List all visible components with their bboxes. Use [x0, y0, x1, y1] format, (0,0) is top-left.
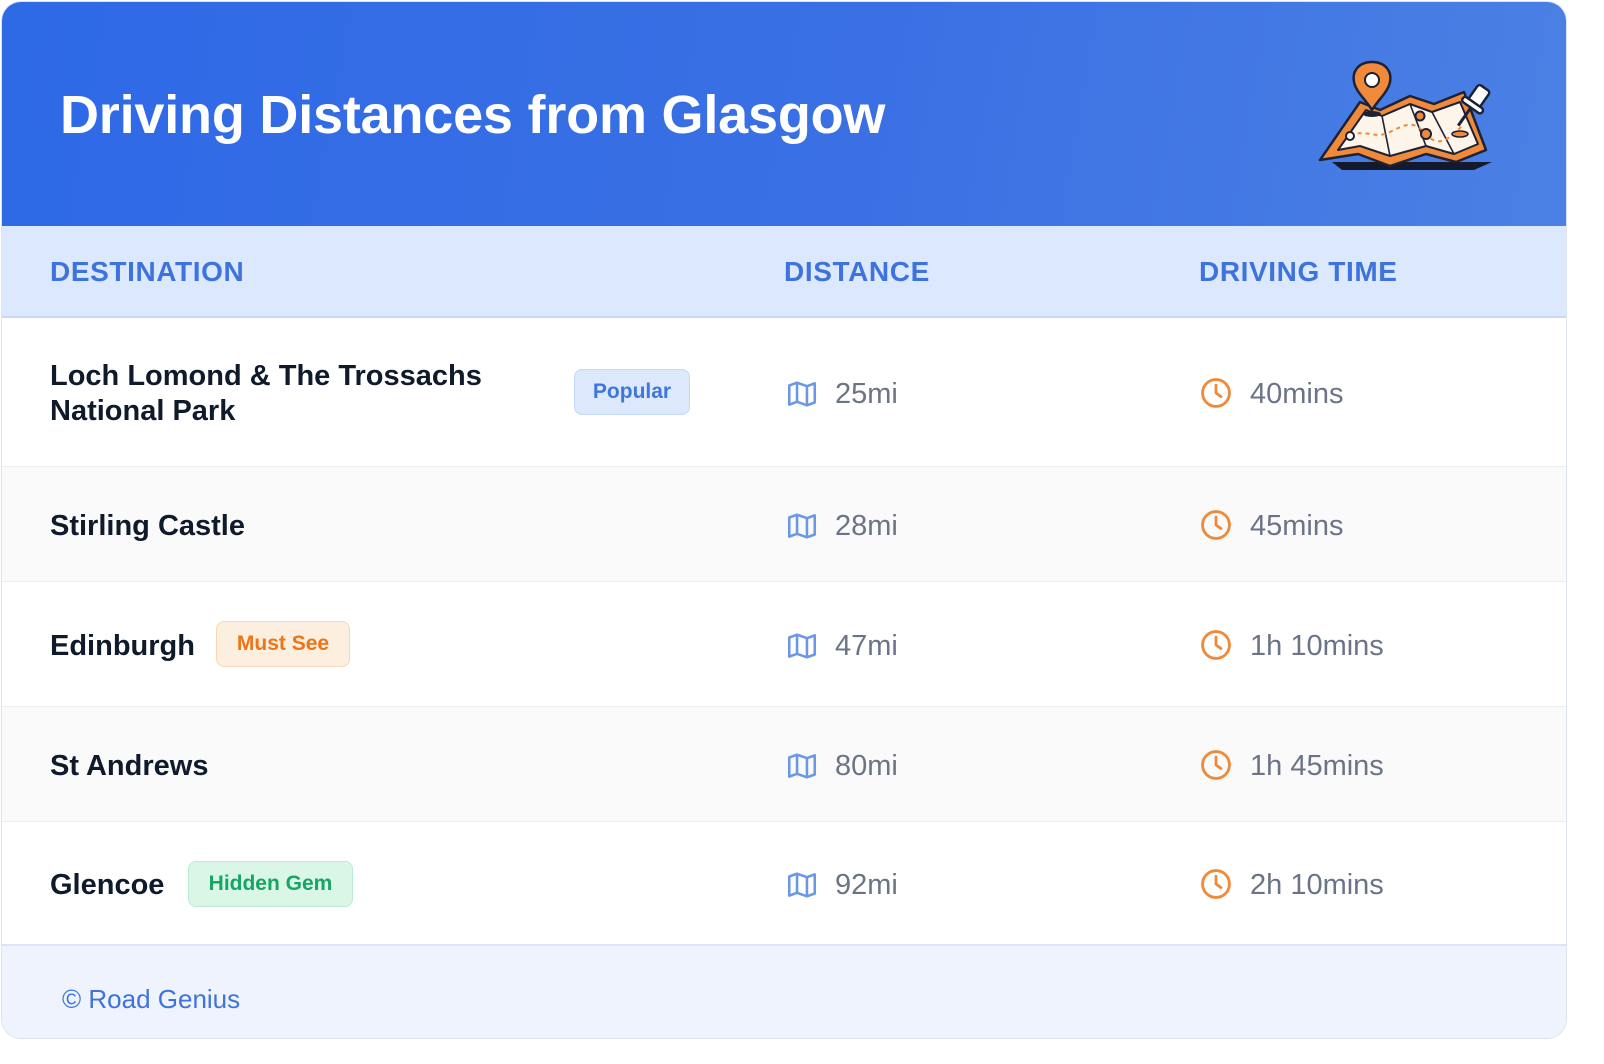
- map-icon: [787, 513, 817, 539]
- column-header-destination[interactable]: DESTINATION: [50, 256, 244, 288]
- distance-value: 25mi: [835, 378, 898, 410]
- clock-icon: [1201, 869, 1231, 899]
- destination-name: Edinburgh: [50, 630, 195, 662]
- map-icon: [787, 753, 817, 779]
- clock-icon: [1201, 378, 1231, 408]
- footer: © Road Genius: [2, 944, 1566, 1038]
- distance-value: 80mi: [835, 750, 898, 782]
- table-row: Edinburgh Must See 47mi 1h 10mins: [2, 582, 1566, 707]
- driving-time-value: 1h 45mins: [1250, 750, 1384, 782]
- destination-name: Glencoe: [50, 869, 165, 901]
- table-header: DESTINATION DISTANCE DRIVING TIME: [2, 226, 1566, 318]
- must-see-badge: Must See: [216, 621, 350, 667]
- clock-icon: [1201, 750, 1231, 780]
- map-icon: [787, 633, 817, 659]
- column-header-driving-time[interactable]: DRIVING TIME: [1199, 256, 1398, 288]
- destination-name: National Park: [50, 395, 236, 427]
- table-row: Stirling Castle 28mi 45mins: [2, 467, 1566, 582]
- distance-table-card: Driving Distances from Glasgow DESTINATI: [1, 1, 1567, 1039]
- map-icon: [787, 872, 817, 898]
- column-header-distance[interactable]: DISTANCE: [784, 256, 930, 288]
- clock-icon: [1201, 510, 1231, 540]
- driving-time-value: 40mins: [1250, 378, 1344, 410]
- page-title: Driving Distances from Glasgow: [60, 85, 886, 145]
- destination-name: Stirling Castle: [50, 510, 245, 542]
- clock-icon: [1201, 630, 1231, 660]
- map-pin-illustration: [1318, 60, 1492, 170]
- distance-value: 47mi: [835, 630, 898, 662]
- distance-value: 92mi: [835, 869, 898, 901]
- popular-badge: Popular: [574, 369, 690, 415]
- driving-time-value: 1h 10mins: [1250, 630, 1384, 662]
- table-row: St Andrews 80mi 1h 45mins: [2, 707, 1566, 822]
- distance-value: 28mi: [835, 510, 898, 542]
- table-row: Glencoe Hidden Gem 92mi 2h 10mins: [2, 822, 1566, 944]
- destination-name: Loch Lomond & The Trossachs: [50, 360, 482, 392]
- table-row: Loch Lomond & The Trossachs National Par…: [2, 318, 1566, 467]
- hidden-gem-badge: Hidden Gem: [188, 861, 353, 907]
- header-banner: Driving Distances from Glasgow: [2, 2, 1566, 226]
- driving-time-value: 2h 10mins: [1250, 869, 1384, 901]
- copyright-text: © Road Genius: [62, 984, 241, 1014]
- driving-time-value: 45mins: [1250, 510, 1344, 542]
- map-icon: [787, 381, 817, 407]
- destination-name: St Andrews: [50, 750, 209, 782]
